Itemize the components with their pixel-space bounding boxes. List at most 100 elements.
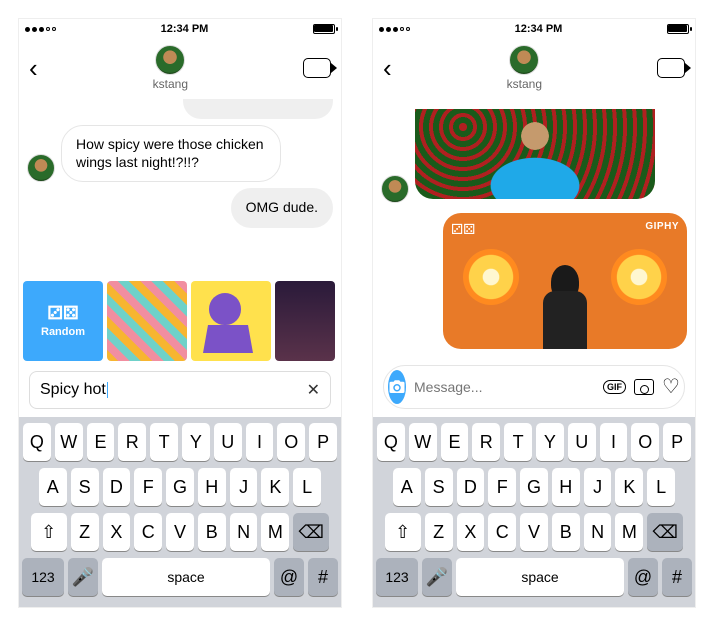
key-j[interactable]: J: [230, 468, 258, 506]
key-l[interactable]: L: [647, 468, 675, 506]
key-f[interactable]: F: [134, 468, 162, 506]
key-x[interactable]: X: [457, 513, 485, 551]
gif-tile[interactable]: [107, 281, 187, 361]
key-m[interactable]: M: [615, 513, 643, 551]
image-message[interactable]: [415, 109, 655, 199]
at-key[interactable]: @: [628, 558, 658, 596]
camera-button[interactable]: [388, 370, 406, 404]
message-bubble[interactable]: How spicy were those chicken wings last …: [61, 125, 281, 182]
key-y[interactable]: Y: [536, 423, 564, 461]
key-h[interactable]: H: [198, 468, 226, 506]
key-r[interactable]: R: [472, 423, 500, 461]
key-j[interactable]: J: [584, 468, 612, 506]
key-p[interactable]: P: [309, 423, 337, 461]
chat-header: ‹ kstang: [19, 39, 341, 95]
key-n[interactable]: N: [230, 513, 258, 551]
shift-key[interactable]: ⇧: [31, 513, 67, 551]
back-chevron-icon[interactable]: ‹: [383, 53, 392, 84]
key-i[interactable]: I: [600, 423, 628, 461]
key-w[interactable]: W: [409, 423, 437, 461]
gif-tile[interactable]: [191, 281, 271, 361]
key-s[interactable]: S: [425, 468, 453, 506]
username-label: kstang: [507, 77, 542, 91]
message-row-incoming: How spicy were those chicken wings last …: [27, 125, 333, 182]
key-h[interactable]: H: [552, 468, 580, 506]
video-call-icon[interactable]: [657, 58, 685, 78]
key-e[interactable]: E: [87, 423, 115, 461]
backspace-key[interactable]: ⌫: [293, 513, 329, 551]
hash-key[interactable]: #: [662, 558, 692, 596]
message-input[interactable]: [414, 379, 595, 395]
key-i[interactable]: I: [246, 423, 274, 461]
dictation-key[interactable]: 🎤: [68, 558, 98, 596]
chat-thread[interactable]: How spicy were those chicken wings last …: [19, 95, 341, 277]
key-q[interactable]: Q: [377, 423, 405, 461]
backspace-key[interactable]: ⌫: [647, 513, 683, 551]
key-l[interactable]: L: [293, 468, 321, 506]
key-v[interactable]: V: [166, 513, 194, 551]
key-k[interactable]: K: [615, 468, 643, 506]
gif-tile[interactable]: [275, 281, 335, 361]
gif-tile-random[interactable]: ⚂⚄ Random: [23, 281, 103, 361]
compose-bar: GIF ♡: [383, 365, 685, 409]
hash-key[interactable]: #: [308, 558, 338, 596]
key-n[interactable]: N: [584, 513, 612, 551]
key-b[interactable]: B: [552, 513, 580, 551]
clear-icon[interactable]: ✕: [307, 380, 320, 400]
key-u[interactable]: U: [214, 423, 242, 461]
key-t[interactable]: T: [150, 423, 178, 461]
key-c[interactable]: C: [134, 513, 162, 551]
key-g[interactable]: G: [520, 468, 548, 506]
message-bubble[interactable]: OMG dude.: [231, 188, 333, 228]
shift-key[interactable]: ⇧: [385, 513, 421, 551]
key-y[interactable]: Y: [182, 423, 210, 461]
video-call-icon[interactable]: [303, 58, 331, 78]
key-f[interactable]: F: [488, 468, 516, 506]
header-title[interactable]: kstang: [153, 45, 188, 91]
space-key[interactable]: space: [102, 558, 270, 596]
key-d[interactable]: D: [457, 468, 485, 506]
key-t[interactable]: T: [504, 423, 532, 461]
camera-icon: [388, 378, 406, 396]
key-v[interactable]: V: [520, 513, 548, 551]
key-z[interactable]: Z: [425, 513, 453, 551]
key-a[interactable]: A: [39, 468, 67, 506]
phone-right: 12:34 PM ‹ kstang ⚂⚄ GIPHY: [372, 18, 696, 608]
numbers-key[interactable]: 123: [376, 558, 418, 596]
back-chevron-icon[interactable]: ‹: [29, 53, 38, 84]
key-a[interactable]: A: [393, 468, 421, 506]
gif-button[interactable]: GIF: [603, 375, 626, 399]
avatar: [381, 175, 409, 203]
key-x[interactable]: X: [103, 513, 131, 551]
gif-message[interactable]: ⚂⚄ GIPHY: [443, 213, 687, 349]
header-title[interactable]: kstang: [507, 45, 542, 91]
key-q[interactable]: Q: [23, 423, 51, 461]
dice-icon: ⚂⚄: [47, 304, 78, 322]
key-c[interactable]: C: [488, 513, 516, 551]
key-g[interactable]: G: [166, 468, 194, 506]
chat-thread[interactable]: ⚂⚄ GIPHY: [373, 95, 695, 359]
key-b[interactable]: B: [198, 513, 226, 551]
key-d[interactable]: D: [103, 468, 131, 506]
key-k[interactable]: K: [261, 468, 289, 506]
gif-search-input[interactable]: [108, 382, 306, 399]
gallery-button[interactable]: [634, 375, 654, 399]
key-o[interactable]: O: [277, 423, 305, 461]
at-key[interactable]: @: [274, 558, 304, 596]
key-m[interactable]: M: [261, 513, 289, 551]
gif-results-strip[interactable]: ⚂⚄ Random: [19, 277, 341, 365]
key-e[interactable]: E: [441, 423, 469, 461]
key-p[interactable]: P: [663, 423, 691, 461]
space-key[interactable]: space: [456, 558, 624, 596]
key-w[interactable]: W: [55, 423, 83, 461]
key-o[interactable]: O: [631, 423, 659, 461]
like-button[interactable]: ♡: [662, 375, 680, 399]
dictation-key[interactable]: 🎤: [422, 558, 452, 596]
key-z[interactable]: Z: [71, 513, 99, 551]
key-s[interactable]: S: [71, 468, 99, 506]
numbers-key[interactable]: 123: [22, 558, 64, 596]
gif-search-bar[interactable]: Spicy hot ✕: [29, 371, 331, 409]
search-text: Spicy hot: [40, 381, 106, 399]
key-u[interactable]: U: [568, 423, 596, 461]
key-r[interactable]: R: [118, 423, 146, 461]
